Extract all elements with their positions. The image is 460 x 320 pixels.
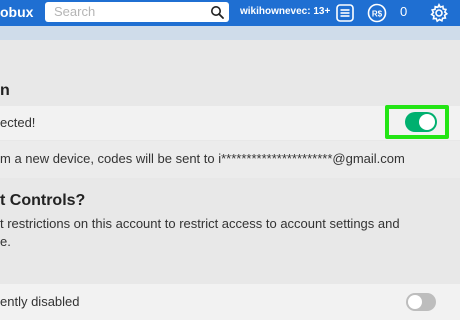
two-step-toggle[interactable] (405, 112, 437, 132)
robux-icon[interactable]: R$ (367, 3, 387, 23)
two-step-info-text: m a new device, codes will be sent to i*… (0, 151, 405, 166)
page-header-band (0, 26, 460, 40)
search-input[interactable]: Search (45, 2, 229, 22)
brand-logo-text[interactable]: obux (0, 4, 33, 20)
svg-text:R$: R$ (372, 10, 383, 19)
settings-gear-icon[interactable] (429, 3, 449, 23)
toggle-knob (419, 114, 435, 130)
two-step-info-row: m a new device, codes will be sent to i*… (0, 141, 460, 178)
account-controls-heading: t Controls? (0, 192, 86, 209)
username-label[interactable]: wikihownevec: 13+ (240, 6, 330, 18)
account-restrictions-toggle[interactable] (406, 293, 436, 311)
account-controls-description-line1: t restrictions on this account to restri… (0, 216, 400, 231)
top-navigation-bar: obux Search wikihownevec: 13+ R$ 0 (0, 0, 460, 26)
account-restrictions-row: ently disabled (0, 284, 460, 320)
two-step-status-text: ected! (0, 115, 36, 130)
notifications-icon[interactable] (335, 3, 355, 23)
robux-balance[interactable]: 0 (400, 4, 407, 20)
search-icon[interactable] (210, 5, 224, 19)
account-restrictions-label: ently disabled (0, 294, 80, 309)
toggle-knob (408, 295, 422, 309)
search-placeholder: Search (54, 4, 96, 19)
account-controls-description-line2: e. (0, 234, 11, 249)
two-step-verification-heading: n (0, 82, 10, 99)
